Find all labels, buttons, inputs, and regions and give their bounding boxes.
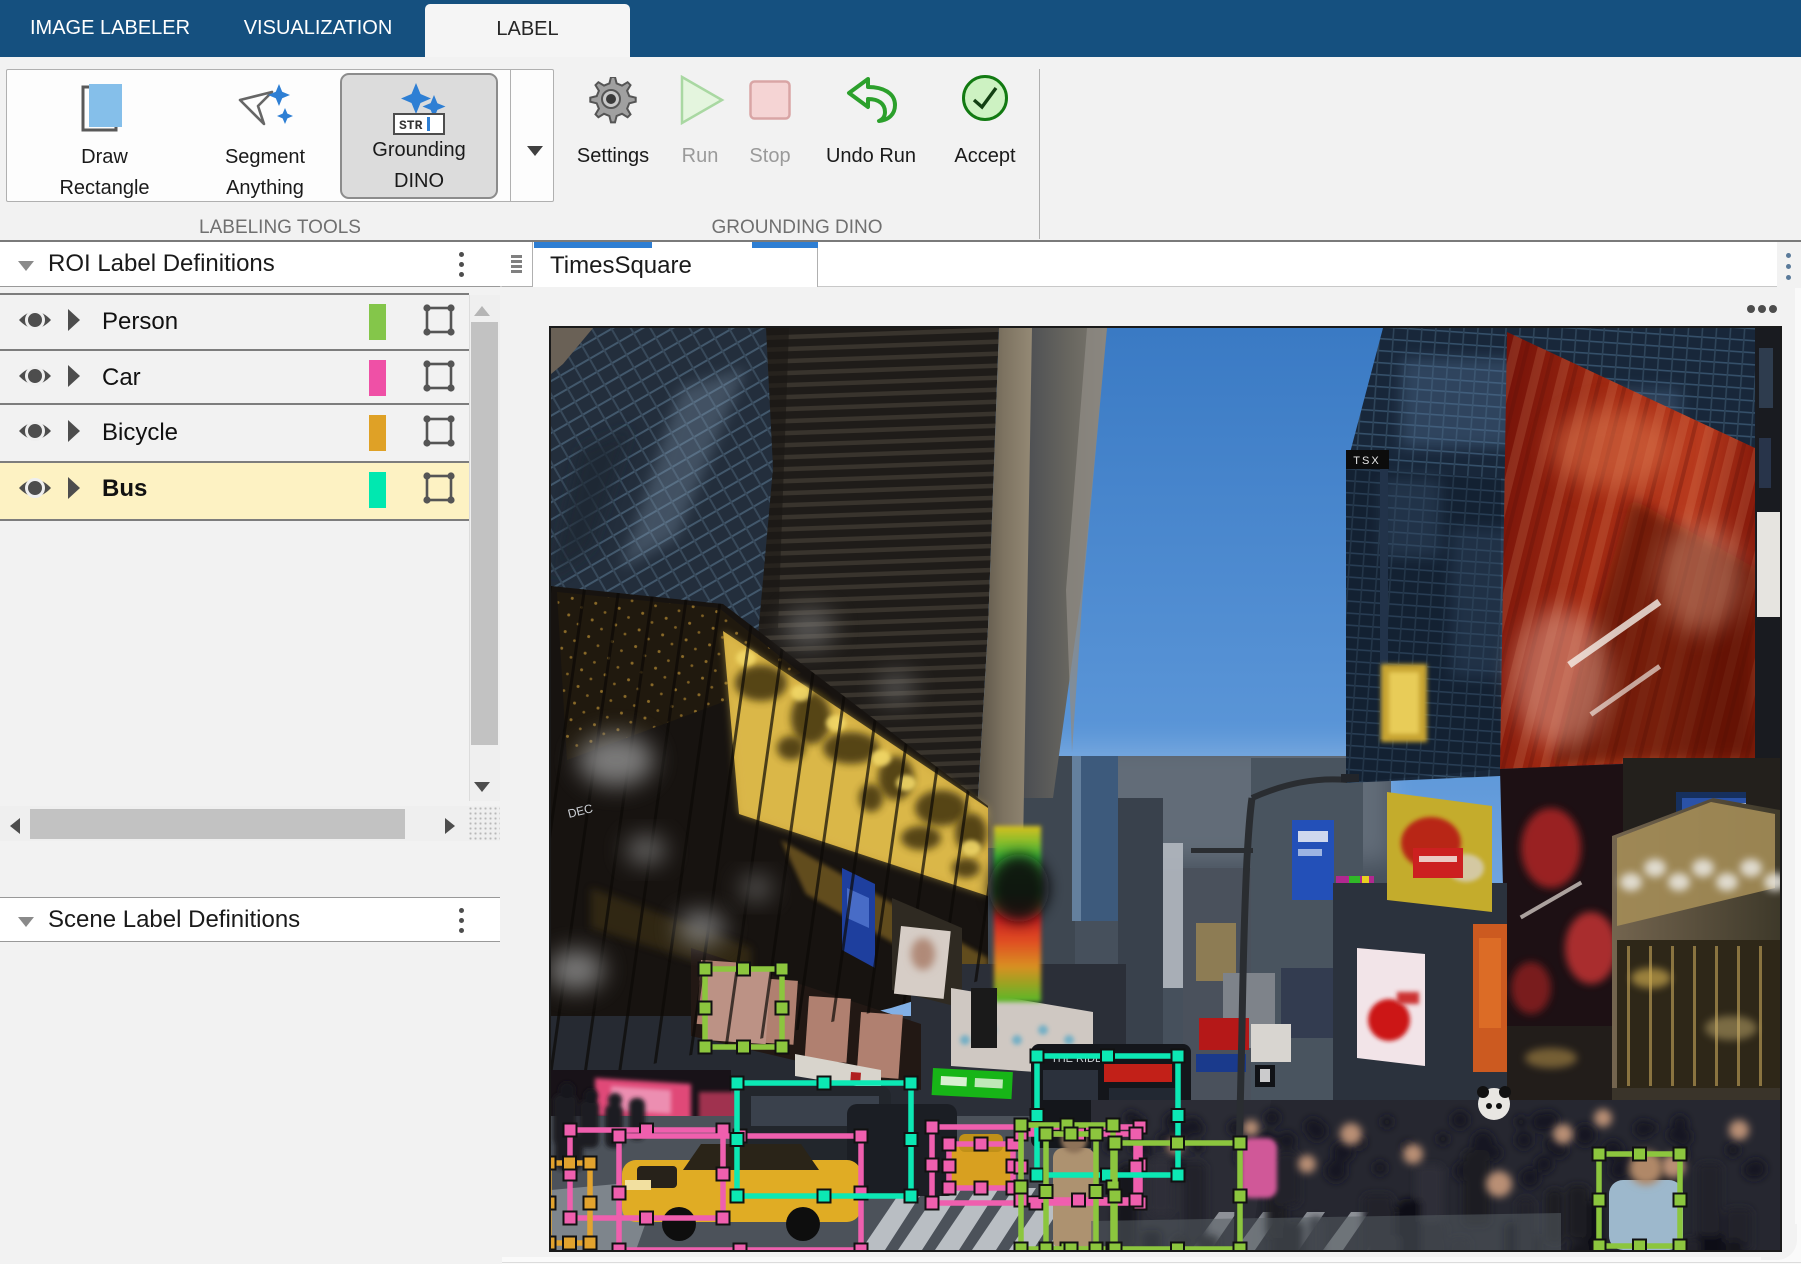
svg-text:TSX: TSX xyxy=(1353,455,1380,467)
svg-text:STR: STR xyxy=(399,118,423,133)
